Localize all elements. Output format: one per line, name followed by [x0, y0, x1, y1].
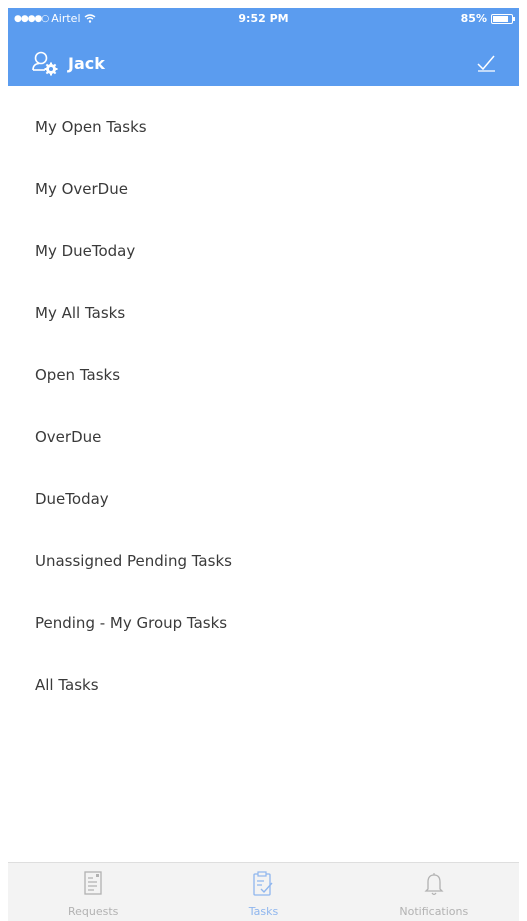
user-gear-icon	[32, 51, 58, 76]
tab-notifications-label: Notifications	[399, 905, 469, 918]
tab-requests[interactable]: Requests	[8, 863, 178, 921]
user-settings-button[interactable]	[31, 50, 61, 78]
status-right: 85%	[460, 12, 515, 25]
battery-fill	[493, 15, 509, 22]
menu-item-my-overdue[interactable]: My OverDue	[8, 148, 519, 210]
tab-tasks-label: Tasks	[248, 905, 279, 918]
battery-icon	[491, 13, 515, 24]
menu-item-my-all-tasks[interactable]: My All Tasks	[8, 272, 519, 334]
nav-bar: Jack	[8, 48, 519, 84]
battery-percent: 85%	[460, 12, 487, 25]
menu-item-my-duetoday[interactable]: My DueToday	[8, 210, 519, 272]
header: ●●●●○ Airtel 9:52 PM 85% Jack	[8, 8, 519, 86]
document-icon	[84, 871, 102, 895]
clipboard-check-icon	[253, 871, 274, 896]
mark-complete-button[interactable]	[475, 52, 497, 74]
menu-item-unassigned-pending-tasks[interactable]: Unassigned Pending Tasks	[8, 520, 519, 582]
tab-requests-label: Requests	[67, 905, 119, 918]
task-menu-list: My Open Tasks My OverDue My DueToday My …	[8, 86, 519, 706]
menu-item-open-tasks[interactable]: Open Tasks	[8, 334, 519, 396]
status-bar: ●●●●○ Airtel 9:52 PM 85%	[8, 8, 519, 30]
menu-item-overdue[interactable]: OverDue	[8, 396, 519, 458]
checkmark-pen-icon	[477, 55, 495, 72]
username-label: Jack	[68, 54, 105, 73]
tab-tasks[interactable]: Tasks	[178, 863, 348, 921]
menu-item-my-open-tasks[interactable]: My Open Tasks	[8, 86, 519, 148]
menu-item-pending-my-group-tasks[interactable]: Pending - My Group Tasks	[8, 582, 519, 644]
tab-bar: Requests Tasks Notifications	[8, 862, 519, 921]
bell-icon	[424, 873, 444, 896]
status-time: 9:52 PM	[238, 12, 289, 25]
menu-item-all-tasks[interactable]: All Tasks	[8, 644, 519, 706]
menu-item-duetoday[interactable]: DueToday	[8, 458, 519, 520]
tab-notifications[interactable]: Notifications	[349, 863, 519, 921]
